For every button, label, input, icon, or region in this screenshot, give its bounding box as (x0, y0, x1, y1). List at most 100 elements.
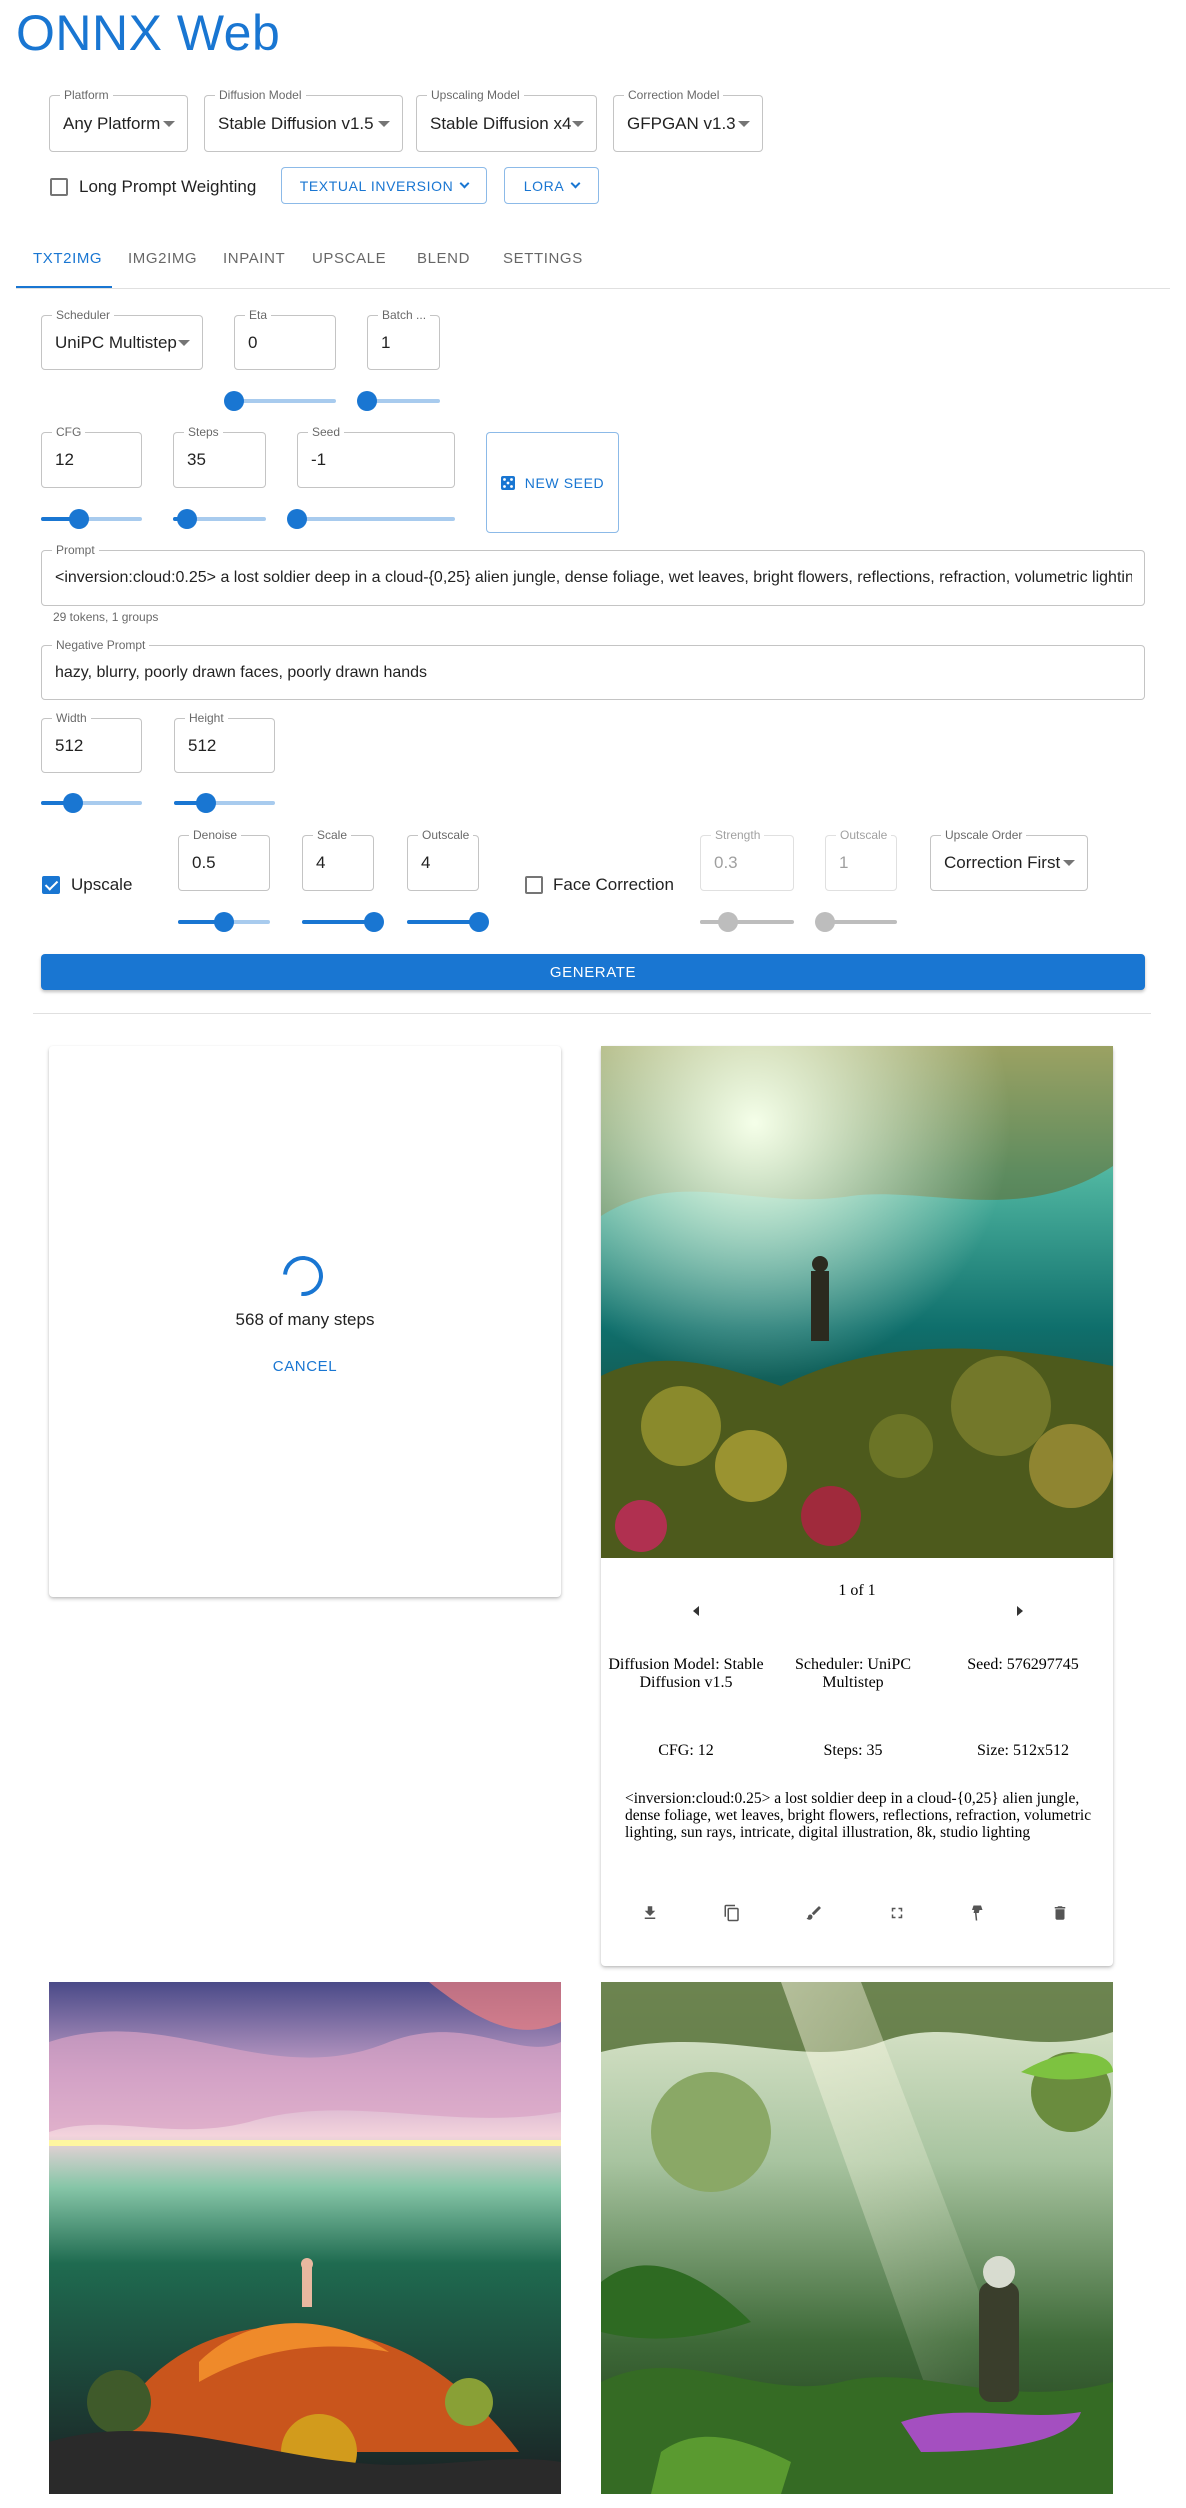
next-image-button[interactable] (1005, 1596, 1035, 1626)
upscale-checkbox[interactable] (42, 876, 60, 894)
fullscreen-button[interactable] (882, 1898, 912, 1928)
steps-value: 35 (187, 450, 206, 469)
inpaint-button[interactable] (799, 1898, 829, 1928)
strength-label: Strength (711, 828, 765, 842)
generate-button[interactable]: GENERATE (41, 954, 1145, 990)
caret-down-icon (378, 120, 390, 127)
height-input[interactable]: Height 512 (174, 711, 275, 773)
eta-input[interactable]: Eta 0 (234, 308, 336, 370)
result-image-card: 1 of 1 Diffusion Model: Stable Diffusion… (601, 1046, 1113, 1966)
lora-label: LORA (523, 177, 565, 194)
eta-slider[interactable] (224, 391, 336, 411)
steps-info: Steps: 35 (823, 1742, 883, 1759)
outscale-correction-input: Outscale 1 (825, 828, 897, 891)
caret-down-icon (738, 120, 750, 127)
upscale-order-label: Upscale Order (941, 828, 1027, 842)
upscaling-model-value: Stable Diffusion x4 (430, 113, 572, 133)
batch-label: Batch ... (378, 308, 431, 322)
diffusion-model-label: Diffusion Model (215, 88, 306, 102)
correction-model-select[interactable]: Correction Model GFPGAN v1.3 (613, 88, 763, 152)
batch-slider[interactable] (357, 391, 440, 411)
steps-slider[interactable] (173, 509, 266, 529)
arrow-right-icon (1017, 1606, 1023, 1616)
upscale-order-value: Correction First (944, 853, 1061, 872)
lora-button[interactable]: LORA (504, 167, 599, 204)
height-label: Height (185, 711, 228, 725)
prompt-token-count: 29 tokens, 1 groups (53, 610, 159, 624)
cancel-button[interactable]: CANCEL (49, 1358, 561, 1375)
denoise-slider[interactable] (178, 912, 270, 932)
download-button[interactable] (635, 1898, 665, 1928)
long-prompt-label: Long Prompt Weighting (79, 177, 257, 196)
previous-image-button[interactable] (681, 1596, 711, 1626)
caret-down-icon (163, 120, 175, 127)
width-label: Width (52, 711, 91, 725)
negative-prompt-value: hazy, blurry, poorly drawn faces, poorly… (55, 663, 428, 681)
seed-slider[interactable] (287, 509, 455, 529)
tab-blend[interactable]: BLEND (417, 250, 470, 267)
scheduler-select[interactable]: Scheduler UniPC Multistep (41, 308, 203, 370)
eta-value: 0 (248, 332, 258, 352)
cfg-input[interactable]: CFG 12 (41, 425, 142, 488)
textual-inversion-button[interactable]: TEXTUAL INVERSION (281, 167, 487, 204)
height-value: 512 (188, 735, 217, 755)
diffusion-model-info: Diffusion Model: Stable Diffusion v1.5 (608, 1656, 764, 1691)
width-slider[interactable] (41, 793, 142, 813)
scheduler-value: UniPC Multistep (55, 332, 177, 352)
outscale-slider[interactable] (407, 912, 489, 932)
cfg-label: CFG (52, 425, 86, 439)
strength-slider (700, 912, 794, 932)
seed-value: -1 (311, 450, 327, 469)
tab-txt2img[interactable]: TXT2IMG (33, 250, 102, 267)
blend-button[interactable] (963, 1898, 993, 1928)
arrow-left-icon (693, 1606, 699, 1616)
batch-input[interactable]: Batch ... 1 (367, 308, 440, 370)
outscale-input[interactable]: Outscale 4 (407, 828, 479, 891)
denoise-input[interactable]: Denoise 0.5 (178, 828, 270, 891)
copy-button[interactable] (717, 1898, 747, 1928)
download-icon (644, 1906, 656, 1919)
upscale-order-select[interactable]: Upscale Order Correction First (930, 828, 1088, 891)
scale-value: 4 (316, 853, 326, 872)
scale-input[interactable]: Scale 4 (302, 828, 374, 891)
width-value: 512 (55, 735, 84, 755)
negative-prompt-label: Negative Prompt (52, 638, 150, 652)
seed-input[interactable]: Seed -1 (297, 425, 455, 488)
face-correction-checkbox[interactable] (525, 876, 543, 894)
tab-inpaint[interactable]: INPAINT (223, 250, 285, 267)
progress-text: 568 of many steps (235, 1310, 375, 1329)
platform-select[interactable]: Platform Any Platform (49, 88, 188, 152)
eta-label: Eta (245, 308, 272, 322)
steps-input[interactable]: Steps 35 (173, 425, 266, 488)
chevron-down-icon (459, 178, 470, 189)
width-input[interactable]: Width 512 (41, 711, 142, 773)
scale-slider[interactable] (302, 912, 384, 932)
tab-settings[interactable]: SETTINGS (503, 250, 583, 267)
upscaling-model-select[interactable]: Upscaling Model Stable Diffusion x4 (416, 88, 597, 152)
face-correction-label: Face Correction (553, 875, 674, 894)
long-prompt-checkbox[interactable] (50, 178, 68, 196)
dice-icon (500, 475, 515, 490)
tab-img2img[interactable]: IMG2IMG (128, 250, 197, 267)
height-slider[interactable] (174, 793, 275, 813)
outscale-label: Outscale (418, 828, 474, 842)
diffusion-model-select[interactable]: Diffusion Model Stable Diffusion v1.5 (204, 88, 403, 152)
negative-prompt-input[interactable]: Negative Prompt hazy, blurry, poorly dra… (41, 638, 1145, 700)
tab-upscale[interactable]: UPSCALE (312, 250, 386, 267)
history-image-1[interactable] (49, 1982, 561, 2494)
blend-icon (972, 1905, 983, 1921)
denoise-label: Denoise (189, 828, 242, 842)
history-image-2[interactable] (601, 1982, 1113, 2494)
cfg-slider[interactable] (41, 509, 142, 529)
prompt-input[interactable]: Prompt <inversion:cloud:0.25> a lost sol… (41, 543, 1145, 606)
scale-label: Scale (313, 828, 352, 842)
delete-button[interactable] (1045, 1898, 1075, 1928)
outscale-correction-slider (815, 912, 897, 932)
new-seed-button[interactable]: NEW SEED (486, 432, 619, 533)
outscale-correction-value: 1 (839, 853, 849, 872)
caret-down-icon (1063, 860, 1075, 866)
denoise-value: 0.5 (192, 853, 216, 872)
prompt-label: Prompt (52, 543, 99, 557)
generated-image[interactable] (601, 1046, 1113, 1558)
size-info: Size: 512x512 (977, 1742, 1069, 1759)
